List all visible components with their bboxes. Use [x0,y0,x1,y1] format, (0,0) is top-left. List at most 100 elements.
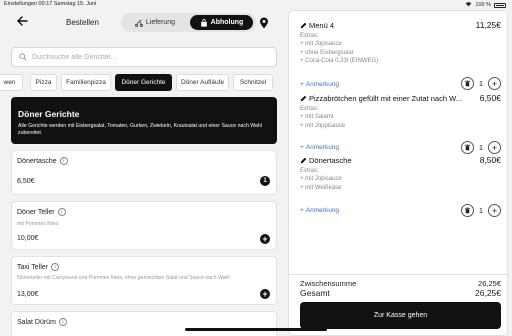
cart-item-price: 8,50€ [479,155,501,165]
delete-button[interactable] [460,204,474,217]
search-input[interactable] [32,53,272,61]
extra-line: + ohne Eisbergsalat [300,49,354,56]
category-bar: wen Pizza Familienpizza Döner Gerichte D… [0,74,282,91]
product-card[interactable]: Döner Teller i mit Pommes frites 10,00€ … [11,201,277,250]
add-to-cart-button[interactable]: + [260,234,270,244]
product-name-row: Döner Teller i [17,208,66,216]
extra-line: + Coca-Cola 0,33l (EINWEG) [300,57,379,64]
cart-item-title-row[interactable]: Dönertasche [300,156,470,165]
product-name: Taxi Teller [17,263,48,271]
delete-button[interactable] [460,77,474,90]
increase-quantity-button[interactable]: + [488,141,501,154]
cart-item-name: Dönertasche [309,156,352,165]
order-mode-toggle: Lieferung Abholung [121,13,256,32]
search-bar[interactable] [11,47,277,67]
product-card[interactable]: Dönertasche i 6,50€ 1 [11,150,277,195]
product-card[interactable]: Taxi Teller i Dönerteller mit Currywurst… [11,256,277,305]
add-note-link[interactable]: + Anmerkung [300,144,339,151]
cart-item-title-row[interactable]: Pizzabrötchen gefüllt mit einer Zutat na… [300,94,470,103]
total-label: Gesamt [300,288,330,298]
add-to-cart-button[interactable]: + [260,289,270,299]
category-chip-doener-gerichte[interactable]: Döner Gerichte [115,74,172,91]
pickup-tab[interactable]: Abholung [190,15,253,30]
trash-icon [464,80,470,87]
category-chip-schnitzel[interactable]: Schnitzel [233,74,273,91]
info-icon[interactable]: i [51,263,59,271]
status-right: 100 % [465,1,506,9]
product-description: Dönerteller mit Currywurst und Pommes fr… [17,275,230,281]
total-row: Gesamt 26,25€ [300,288,501,298]
delete-button[interactable] [460,141,474,154]
extra-line: + mit Jopisauce [300,41,342,48]
note-label: Anmerkung [305,144,340,151]
info-icon[interactable]: i [59,157,68,165]
cart-item: Menü 4 11,25€ Extras: + mit Jopisauce + … [300,20,501,96]
category-chip-doener-auflaeufe[interactable]: Döner Aufläufe [176,74,229,91]
location-pin-icon[interactable] [259,16,269,29]
banner-title: Döner Gerichte [18,109,80,119]
product-description: mit Pommes frites [17,221,59,227]
subtotal-row: Zwischensumme 26,25€ [300,279,501,288]
info-icon[interactable]: i [58,318,67,326]
cart-item: Pizzabrötchen gefüllt mit einer Zutat na… [300,93,501,156]
subtotal-value: 26,25€ [478,279,501,288]
extras-label: Extras: [300,168,319,174]
cart-item-name: Pizzabrötchen gefüllt mit einer Zutat na… [309,94,462,103]
cart-item-extras: Extras: + mit Jopisauce + mit Weißkäse [300,167,342,192]
extra-line: + mit Joppisauce [300,122,346,129]
product-price: 13,00€ [17,291,39,298]
add-note-link[interactable]: + Anmerkung [300,207,339,214]
info-icon[interactable]: i [57,208,66,216]
trash-icon [464,207,470,214]
product-name: Salat Dürüm [17,318,56,326]
quantity-stepper: 1 + [460,77,501,90]
extras-label: Extras: [300,106,319,112]
cart-item-quantity: 1 [478,143,483,152]
product-name-row: Taxi Teller i [17,263,59,271]
trash-icon [464,144,470,151]
subtotal-label: Zwischensumme [300,279,357,288]
product-card[interactable]: Salat Dürüm i [11,311,277,336]
pickup-label: Abholung [210,19,244,26]
cart-item-price: 11,25€ [475,20,501,30]
product-name: Döner Teller [17,208,55,216]
cart-item-quantity: 1 [478,79,483,88]
plus-icon: + [300,207,304,214]
battery-percent: 100 % [475,2,491,8]
product-quantity-badge[interactable]: 1 [260,176,270,186]
edit-pencil-icon [300,95,307,102]
note-label: Anmerkung [305,81,340,88]
category-chip-pizza[interactable]: Pizza [30,74,57,91]
back-arrow-icon[interactable] [16,15,30,29]
product-name: Dönertasche [17,157,57,165]
banner-description: Alle Gerichte werden mit Eisbergsalat, T… [18,123,262,136]
cart-item: Dönertasche 8,50€ Extras: + mit Jopisauc… [300,155,501,218]
edit-pencil-icon [300,157,307,164]
edit-pencil-icon [300,22,307,29]
extra-line: + mit Jopisauce [300,176,342,183]
home-indicator [185,328,327,331]
add-note-link[interactable]: + Anmerkung [300,81,339,88]
cart-item-price: 6,50€ [479,93,501,103]
product-name-row: Salat Dürüm i [17,318,67,326]
increase-quantity-button[interactable]: + [488,77,501,90]
product-price: 10,00€ [17,235,39,242]
cart-panel: Menü 4 11,25€ Extras: + mit Jopisauce + … [288,10,509,336]
extra-line: + mit Salami [300,114,334,121]
total-value: 26,25€ [475,288,501,298]
extras-label: Extras: [300,33,319,39]
plus-icon: + [300,144,304,151]
cart-item-title-row[interactable]: Menü 4 [300,21,470,30]
cart-item-quantity: 1 [478,206,483,215]
cart-item-extras: Extras: + mit Jopisauce + ohne Eisbergsa… [300,32,378,65]
quantity-stepper: 1 + [460,141,501,154]
status-left: Einstellungen 00:17 Samstag 15. Juni [4,1,97,7]
checkout-button[interactable]: Zur Kasse gehen [300,302,501,329]
category-chip-partial[interactable]: wen [0,74,23,91]
delivery-tab[interactable]: Lieferung [124,15,186,30]
increase-quantity-button[interactable]: + [488,204,501,217]
wifi-icon [465,1,472,9]
cart-item-name: Menü 4 [309,21,335,30]
category-chip-familienpizza[interactable]: Familienpizza [61,74,111,91]
cart-item-extras: Extras: + mit Salami + mit Joppisauce [300,105,345,130]
